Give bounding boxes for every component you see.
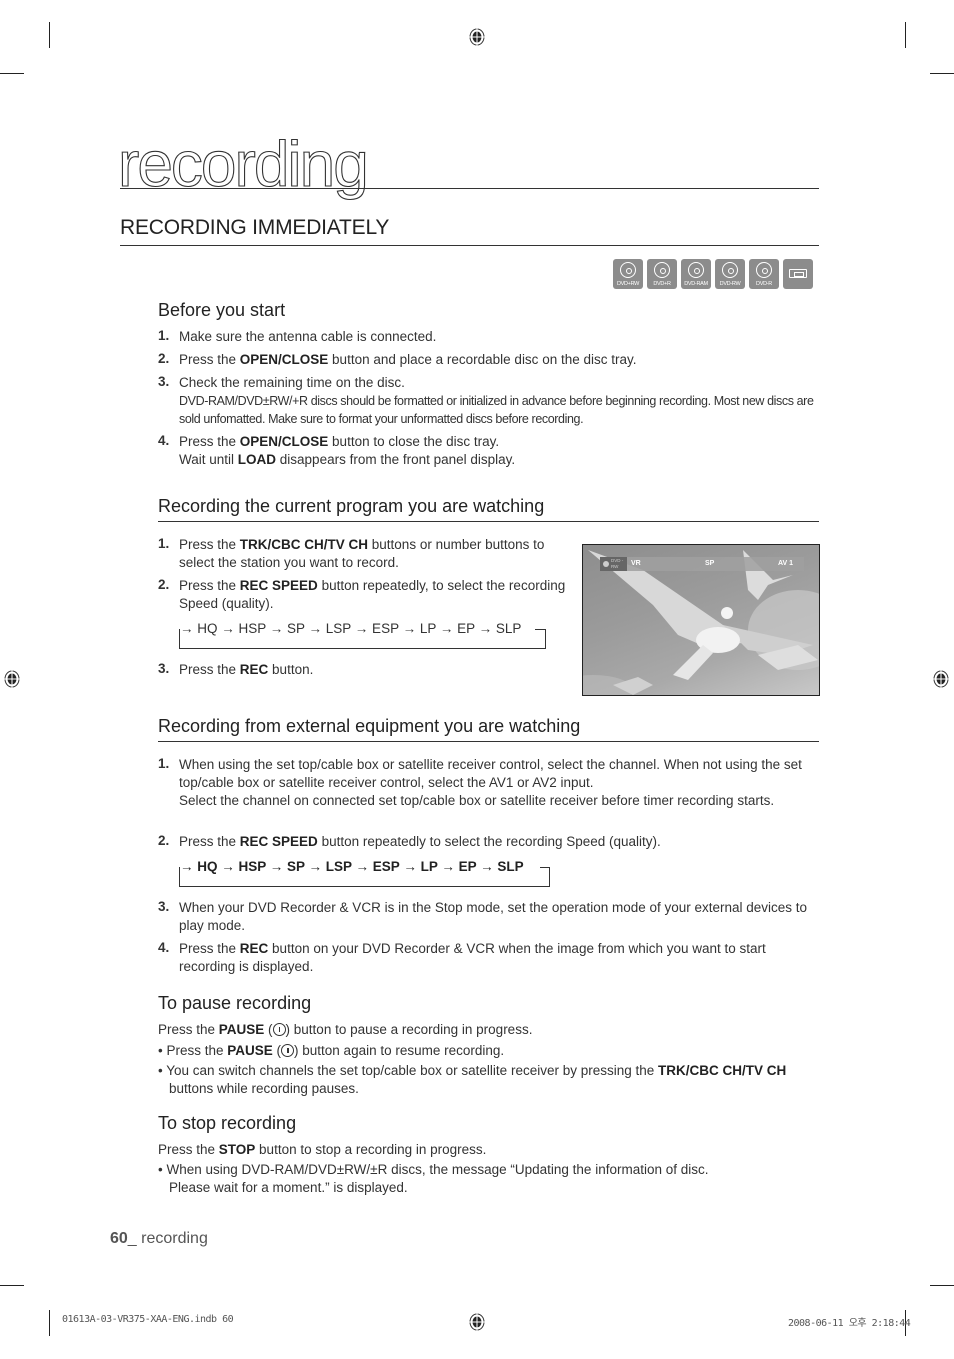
pause-bullet: • You can switch channels the set top/ca… <box>158 1063 787 1096</box>
stop-heading: To stop recording <box>158 1113 297 1133</box>
before-you-start-heading: Before you start <box>158 300 286 320</box>
vhs-tape-icon <box>783 259 813 289</box>
disc-compatibility-icons: DVD+RW DVD+R DVD-RAM DVD-RW DVD-R <box>613 259 813 289</box>
registration-mark-icon <box>469 28 485 46</box>
speed-cycle-line <box>540 867 550 868</box>
step-number: 1. <box>158 328 170 343</box>
pause-button-icon <box>281 1044 295 1057</box>
step-number: 3. <box>158 661 170 676</box>
registration-mark-icon <box>469 1313 485 1331</box>
crop-mark <box>0 73 24 74</box>
crop-mark <box>905 22 906 48</box>
dvd-disc-icon: DVD+RW <box>613 259 643 289</box>
section-rule <box>120 245 819 246</box>
step-note: DVD-RAM/DVD±RW/+R discs should be format… <box>179 394 814 426</box>
dvd-rw-badge: DVD -RW <box>600 557 627 571</box>
pause-button-icon <box>272 1023 286 1036</box>
section-rule <box>158 741 819 742</box>
registration-mark-icon <box>4 670 20 688</box>
current-program-heading: Recording the current program you are wa… <box>158 496 545 516</box>
crop-mark <box>930 73 954 74</box>
stop-intro: Press the STOP button to stop a recordin… <box>158 1142 487 1157</box>
step-text: When your DVD Recorder & VCR is in the S… <box>179 900 808 933</box>
osd-speed: SP <box>705 560 715 567</box>
step-text: Press the OPEN/CLOSE button to close the… <box>179 434 500 449</box>
crop-mark <box>0 1285 24 1286</box>
dvd-disc-icon: DVD-RAM <box>681 259 711 289</box>
crop-mark <box>49 22 50 48</box>
step-text: Press the REC button on your DVD Recorde… <box>179 941 766 974</box>
pause-intro: Press the PAUSE () button to pause a rec… <box>158 1022 533 1037</box>
osd-input: AV 1 <box>778 560 794 567</box>
crop-mark <box>49 1310 50 1336</box>
section-title: RECORDING IMMEDIATELY <box>120 216 390 239</box>
step-text: Make sure the antenna cable is connected… <box>179 329 437 344</box>
step-text: Wait until LOAD disappears from the fron… <box>179 452 516 467</box>
on-screen-display: DVD -RW VR SP AV 1 <box>600 557 804 571</box>
speed-cycle-text: → HQ → HSP → SP → LSP → ESP → LP → EP → … <box>180 859 528 875</box>
tv-screen-illustration: DVD -RW VR SP AV 1 <box>582 544 820 696</box>
step-text: When using the set top/cable box or sate… <box>179 757 802 790</box>
stop-bullet-cont: Please wait for a moment.” is displayed. <box>169 1180 408 1195</box>
pause-heading: To pause recording <box>158 993 312 1013</box>
step-text: Select the channel on connected set top/… <box>179 793 775 808</box>
step-number: 3. <box>158 374 170 389</box>
speed-cycle-text: → HQ → HSP → SP → LSP → ESP → LP → EP → … <box>180 621 526 637</box>
osd-mode: VR <box>631 560 641 567</box>
step-text: Press the REC button. <box>179 662 314 677</box>
chapter-title: recording <box>117 128 369 200</box>
registration-mark-icon <box>933 670 949 688</box>
step-number: 2. <box>158 577 170 592</box>
crop-mark <box>930 1285 954 1286</box>
stop-bullet: • When using DVD-RAM/DVD±RW/±R discs, th… <box>158 1162 709 1177</box>
step-text: Press the REC SPEED button repeatedly, t… <box>179 578 566 611</box>
speed-cycle-line <box>535 629 546 630</box>
step-text: Check the remaining time on the disc. <box>179 375 405 390</box>
print-slug-file: 01613A-03-VR375-XAA-ENG.indb 60 <box>62 1314 234 1325</box>
page-footer: 60_ recording <box>110 1230 208 1247</box>
step-text: Press the OPEN/CLOSE button and place a … <box>179 352 637 367</box>
dvd-disc-icon: DVD-R <box>749 259 779 289</box>
step-text: Press the REC SPEED button repeatedly to… <box>179 834 661 849</box>
page-number: 60 <box>110 1230 128 1247</box>
dvd-disc-icon: DVD-RW <box>715 259 745 289</box>
chapter-rule <box>120 188 819 189</box>
section-rule <box>158 521 819 522</box>
step-number: 1. <box>158 756 170 771</box>
step-number: 2. <box>158 351 170 366</box>
print-slug-date: 2008-06-11 오후 2:18:44 <box>788 1318 911 1329</box>
external-equipment-heading: Recording from external equipment you ar… <box>158 716 581 736</box>
dvd-disc-icon: DVD+R <box>647 259 677 289</box>
step-number: 3. <box>158 899 170 914</box>
step-number: 1. <box>158 536 170 551</box>
step-number: 4. <box>158 940 170 955</box>
pause-bullet: • Press the PAUSE () button again to res… <box>158 1043 505 1058</box>
step-text: Press the TRK/CBC CH/TV CH buttons or nu… <box>179 537 545 570</box>
step-number: 4. <box>158 433 170 448</box>
step-number: 2. <box>158 833 170 848</box>
